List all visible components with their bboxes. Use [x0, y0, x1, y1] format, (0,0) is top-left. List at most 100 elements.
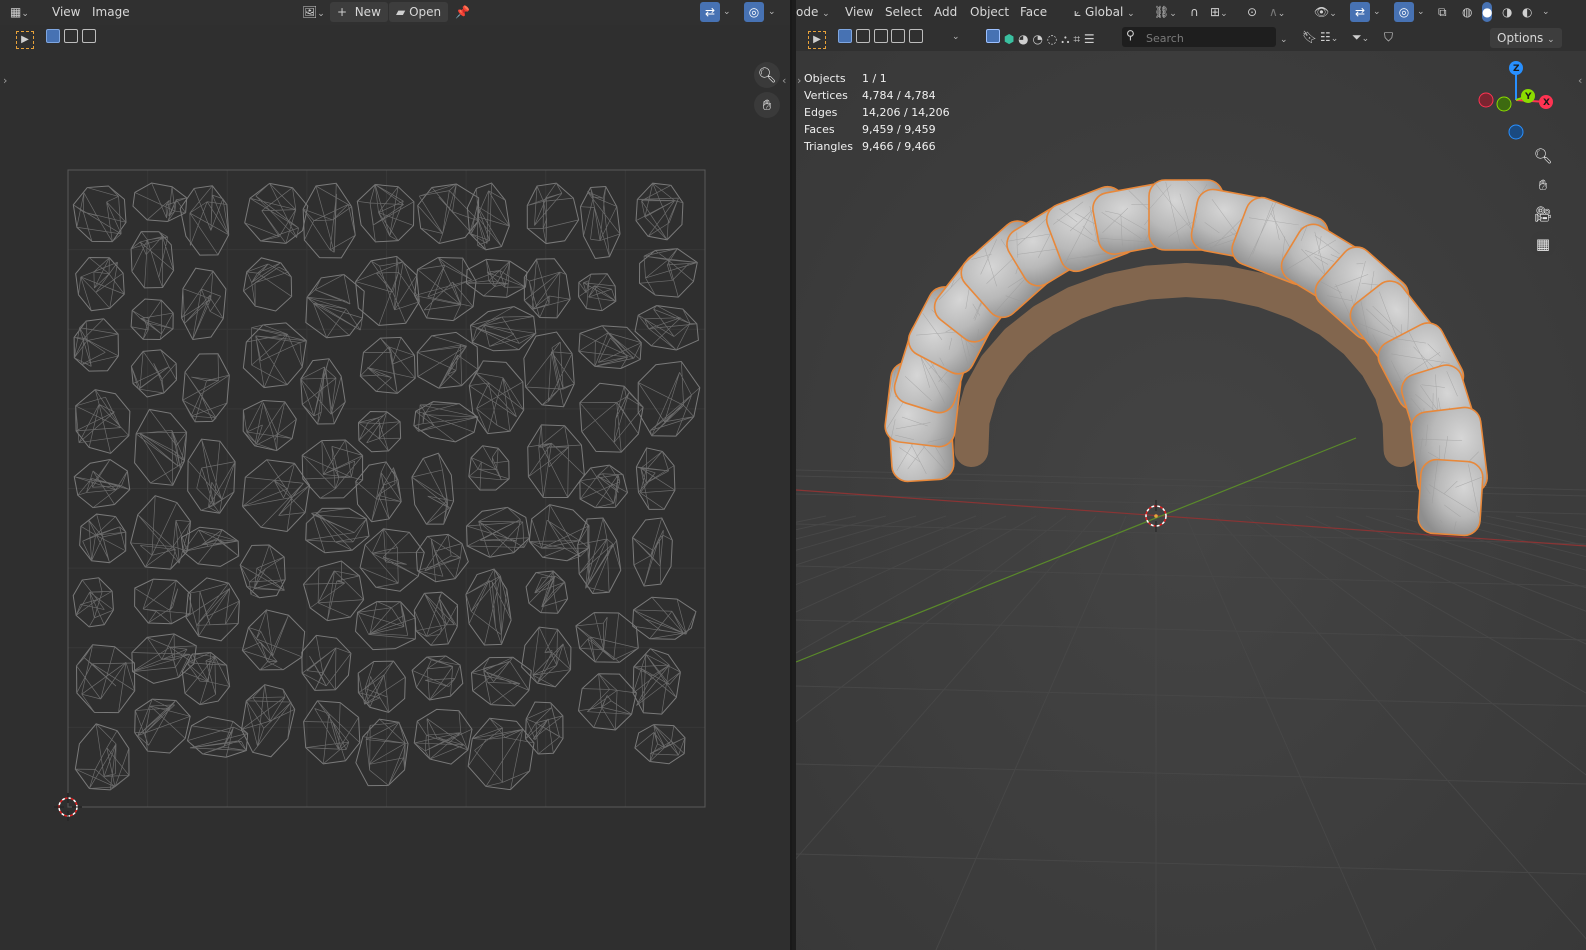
select-subtract-icon[interactable]	[873, 29, 888, 43]
tooth[interactable]	[1417, 458, 1484, 537]
filter-object-types[interactable]: ⬢ ◕ ◔ ◌ ⛬ ⌗ ☰	[986, 29, 1095, 49]
chevron-down-icon[interactable]: ⌄	[723, 2, 731, 22]
pan-button[interactable]: ✋︎	[1530, 172, 1556, 198]
uv-island[interactable]	[301, 439, 364, 499]
select-invert-icon[interactable]	[891, 29, 906, 43]
uv-island[interactable]	[576, 270, 619, 312]
uv-island[interactable]	[578, 382, 644, 453]
overlays-button[interactable]: ◎	[1394, 2, 1414, 22]
select-extend-icon[interactable]	[855, 29, 870, 43]
uv-island[interactable]	[521, 626, 572, 688]
select-new-icon[interactable]	[838, 29, 852, 43]
armature-filter-icon[interactable]: ⛬	[1061, 29, 1069, 49]
uv-island[interactable]	[635, 359, 702, 439]
menu-image[interactable]: Image	[86, 2, 136, 22]
uv-island[interactable]	[130, 298, 175, 341]
uv-island[interactable]	[631, 517, 673, 587]
uv-island[interactable]	[468, 445, 511, 492]
menu-object[interactable]: Object	[964, 2, 1015, 22]
other-filter-icon[interactable]: ☰	[1084, 29, 1095, 49]
uv-island[interactable]	[634, 722, 687, 765]
uv-island[interactable]	[635, 447, 676, 510]
uv-island[interactable]	[521, 181, 581, 246]
uv-island[interactable]	[240, 608, 306, 674]
mode-dropdown[interactable]: ode ⌄	[796, 2, 830, 22]
uv-island[interactable]	[130, 349, 179, 398]
filter-dropdown[interactable]: ⏷⌄	[1352, 27, 1369, 47]
3d-viewport[interactable]: Z X Y ode ⌄ View Select Add Object Face …	[796, 0, 1586, 950]
curve-filter-icon[interactable]: ⌗	[1073, 29, 1080, 49]
uv-island[interactable]	[304, 505, 370, 554]
uv-canvas[interactable]	[0, 51, 790, 950]
uv-editor[interactable]: ▦⌄ View Image 🖼⌄ + New ▰ Open 📌 ⇄ ⌄ ◎ ⌄ …	[0, 0, 792, 950]
perspective-toggle-button[interactable]: ▦	[1530, 231, 1556, 257]
uv-island[interactable]	[72, 318, 120, 372]
uv-island[interactable]	[412, 590, 462, 648]
uv-island[interactable]	[411, 654, 464, 702]
search-input[interactable]	[1144, 29, 1274, 47]
outliner-search[interactable]: ⚲	[1122, 27, 1276, 47]
uv-islands[interactable]	[71, 181, 702, 792]
pivot-dropdown[interactable]: ⛓⌄	[1154, 2, 1177, 22]
xray-button[interactable]: ⧉	[1438, 2, 1447, 22]
sidebar-expand-icon[interactable]: ‹	[1578, 74, 1582, 87]
select-intersect-icon[interactable]	[909, 29, 924, 43]
object-data-icon[interactable]: ⬢	[1004, 29, 1014, 49]
uv-island[interactable]	[416, 181, 484, 245]
gizmo-neg-z-button[interactable]	[1508, 124, 1524, 140]
gizmo-neg-y-button[interactable]	[1496, 96, 1512, 112]
select-subtract-icon[interactable]	[81, 29, 96, 43]
uv-island[interactable]	[357, 411, 402, 453]
uv-island[interactable]	[638, 248, 698, 298]
uv-island[interactable]	[181, 351, 231, 424]
select-new-icon[interactable]	[46, 29, 60, 43]
uv-island[interactable]	[129, 230, 175, 290]
uv-island[interactable]	[131, 576, 193, 627]
uv-sync-button[interactable]: ⇄	[700, 2, 720, 22]
select-extend-icon[interactable]	[63, 29, 78, 43]
uv-island[interactable]	[463, 568, 513, 648]
uv-island[interactable]	[633, 302, 703, 353]
menu-view[interactable]: View	[46, 2, 86, 22]
open-image-button[interactable]: ▰ Open	[389, 2, 449, 22]
uv-island[interactable]	[525, 570, 569, 617]
uv-island[interactable]	[132, 181, 189, 224]
search-options-dropdown[interactable]: ⌄	[1280, 28, 1288, 48]
overlays-button[interactable]: ◎	[744, 2, 764, 22]
uv-island[interactable]	[629, 647, 682, 716]
uv-island[interactable]	[575, 517, 623, 595]
falloff-dropdown[interactable]: ∧⌄	[1269, 2, 1285, 22]
uv-island[interactable]	[131, 696, 191, 755]
gizmo-neg-x-button[interactable]	[1478, 92, 1494, 108]
uv-island[interactable]	[240, 458, 312, 534]
uv-island[interactable]	[579, 185, 621, 260]
select-mode-group[interactable]	[838, 29, 924, 49]
shading-wireframe-button[interactable]: ◍	[1462, 2, 1472, 22]
uv-island[interactable]	[180, 526, 241, 568]
uv-island[interactable]	[71, 576, 116, 628]
uv-island[interactable]	[72, 388, 133, 455]
menu-add[interactable]: Add	[928, 2, 963, 22]
uv-island[interactable]	[73, 458, 131, 509]
uv-island[interactable]	[301, 182, 357, 260]
uv-island[interactable]	[412, 705, 474, 766]
gizmo-toggle-button[interactable]: ⇄	[1350, 2, 1370, 22]
uv-island[interactable]	[187, 438, 236, 514]
empty-filter-icon[interactable]: ◌	[1047, 29, 1057, 49]
uv-island[interactable]	[359, 335, 417, 394]
chevron-down-icon[interactable]: ⌄	[1542, 2, 1550, 22]
uv-island[interactable]	[183, 576, 244, 643]
uv-island[interactable]	[238, 395, 299, 453]
uv-island[interactable]	[527, 424, 585, 499]
uv-island[interactable]	[632, 596, 697, 640]
uv-island[interactable]	[75, 643, 137, 714]
uv-island[interactable]	[72, 184, 128, 244]
hierarchy-dropdown[interactable]: ☷⌄	[1320, 27, 1338, 47]
uv-island[interactable]	[356, 184, 415, 243]
camera-filter-icon[interactable]: ◕	[1018, 29, 1028, 49]
transform-orientation-dropdown[interactable]: ⟀ Global ⌄	[1074, 2, 1135, 22]
uv-island[interactable]	[414, 330, 481, 390]
light-filter-icon[interactable]: ◔	[1032, 29, 1042, 49]
select-tool-button[interactable]: ▶	[16, 28, 34, 49]
camera-view-button[interactable]: 🎥︎	[1530, 201, 1556, 227]
